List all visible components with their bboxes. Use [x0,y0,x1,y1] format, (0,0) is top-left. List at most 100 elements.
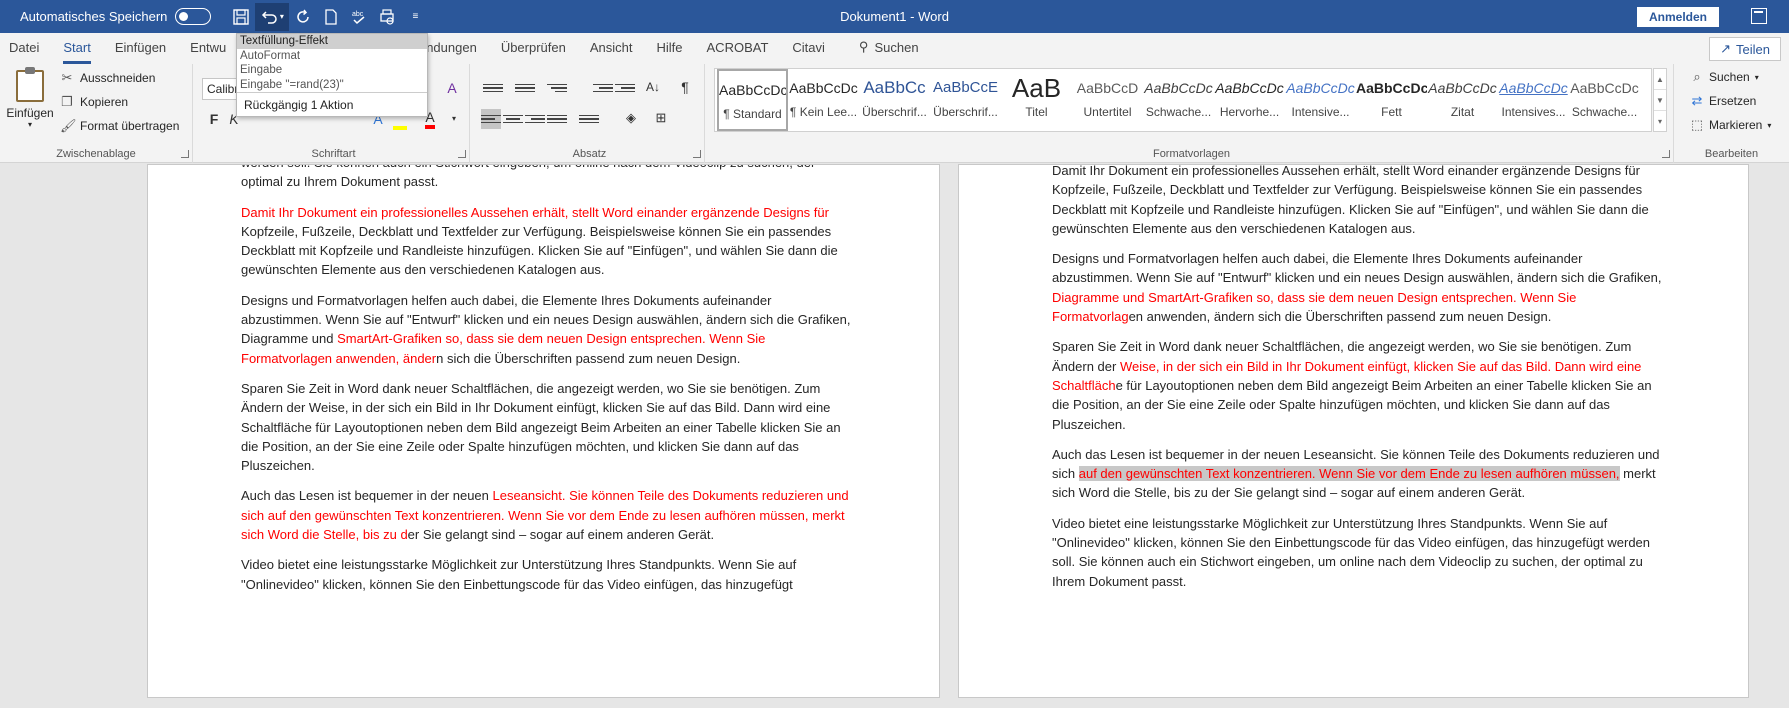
sort-icon[interactable]: A↓ [643,76,663,98]
style-kein-leerraum[interactable]: AaBbCcDc ¶ Kein Lee... [788,69,859,131]
align-center-icon[interactable] [503,109,523,129]
align-left-icon[interactable] [481,109,501,129]
tab-citavi[interactable]: Citavi [780,40,837,64]
text-run: Designs und Formatvorlagen helfen auch d… [1052,251,1662,286]
save-button[interactable] [227,3,255,31]
undo-item[interactable]: Eingabe [237,63,427,78]
style-heading-1[interactable]: AaBbCc Überschrif... [859,69,930,131]
group-label: Zwischenablage [56,148,136,160]
paste-label: Einfügen [6,106,54,120]
align-right-icon[interactable] [525,109,545,129]
replace-label: Ersetzen [1709,94,1757,108]
tab-entwurf[interactable]: Entwu [178,40,238,64]
format-painter-button[interactable]: 🖌 Format übertragen [60,119,179,134]
toggle-switch[interactable] [175,8,212,25]
select-button[interactable]: ⬚ Markieren ▾ [1690,118,1772,133]
increase-indent-icon[interactable] [615,78,635,98]
undo-dropdown-arrow-icon[interactable]: ▾ [280,12,284,21]
text-run: Auch das Lesen ist bequemer in der neuen [241,488,493,504]
tab-ansicht[interactable]: Ansicht [578,40,645,64]
tab-hilfe[interactable]: Hilfe [645,40,695,64]
style-sample: AaBbCcD [1076,80,1139,96]
undo-item[interactable]: Eingabe "=rand(23)" [237,78,427,93]
style-name: ¶ Kein Lee... [789,105,858,119]
svg-text:abc: abc [352,11,364,18]
paragraph: Auch das Lesen ist bequemer in der neuen… [241,486,853,544]
cut-button[interactable]: ✂ Ausschneiden [60,71,156,86]
scroll-up-icon[interactable]: ▲ [1654,69,1666,90]
style-name: Fett [1381,105,1402,119]
bold-button[interactable]: F [204,108,224,130]
style-sample: AaBbCcDc [1570,80,1639,96]
style-name: Titel [1025,105,1048,119]
document-icon [325,8,338,25]
style-intense-quote[interactable]: AaBbCcDc Intensives... [1498,69,1569,131]
print-preview-button[interactable] [373,3,401,31]
justify-icon[interactable] [547,109,567,129]
more-styles-icon[interactable]: ▾ [1654,111,1666,132]
style-quote[interactable]: AaBbCcDc Zitat [1427,69,1498,131]
decrease-indent-icon[interactable] [593,78,613,98]
style-subtle-emphasis[interactable]: AaBbCcDc Schwache... [1143,69,1214,131]
dialog-launcher-icon[interactable] [693,150,701,158]
copy-button[interactable]: ❐ Kopieren [60,95,128,110]
pilcrow-icon[interactable]: ¶ [675,76,695,98]
style-intense-emphasis[interactable]: AaBbCcDc Intensive... [1285,69,1356,131]
chevron-down-icon[interactable]: ▾ [444,108,464,130]
dialog-launcher-icon[interactable] [1662,150,1670,158]
styles-gallery-scroll: ▲ ▼ ▾ [1653,68,1667,132]
dialog-launcher-icon[interactable] [181,150,189,158]
style-name: Schwache... [1571,105,1638,119]
style-standard[interactable]: AaBbCcDc ¶ Standard [717,69,788,131]
numbering-icon[interactable] [515,78,535,98]
line-spacing-icon[interactable] [579,109,599,129]
undo-item[interactable]: AutoFormat [237,49,427,64]
style-sample: AaBbCcDc [1356,80,1427,96]
tab-datei[interactable]: Datei [0,40,51,64]
style-sample: AaBbCcDc [1499,80,1568,96]
document-page-right[interactable]: Damit Ihr Dokument ein professionelles A… [958,164,1749,698]
undo-history-dropdown: Textfüllung-Effekt AutoFormat Eingabe Ei… [236,33,428,117]
share-button[interactable]: ↗ Teilen [1709,37,1781,61]
undo-button[interactable]: ▾ [255,2,290,31]
style-subtle-reference[interactable]: AaBbCcDc Schwache... [1569,69,1640,131]
undo-item[interactable]: Textfüllung-Effekt [237,34,427,49]
signin-button[interactable]: Anmelden [1636,7,1719,27]
selected-text[interactable]: auf den gewünschten Text konzentrieren. … [1078,466,1620,482]
bullets-icon[interactable] [483,78,503,98]
autosave-label: Automatisches Speichern [20,9,168,24]
shading-icon[interactable]: ◈ [621,107,641,129]
new-document-button[interactable] [317,3,345,31]
tab-einfuegen[interactable]: Einfügen [103,40,178,64]
ribbon-display-icon[interactable] [1751,8,1767,24]
scroll-down-icon[interactable]: ▼ [1654,90,1666,111]
style-emphasis[interactable]: AaBbCcDc Hervorhe... [1214,69,1285,131]
paragraph: werden soll. Sie können auch ein Stichwo… [241,165,815,190]
clear-formatting-icon[interactable]: A [442,77,462,99]
tab-start[interactable]: Start [51,40,102,64]
style-strong[interactable]: AaBbCcDc Fett [1356,69,1427,131]
paste-button[interactable]: Einfügen ▾ [4,67,56,129]
find-button[interactable]: ⌕ Suchen ▾ [1690,70,1758,85]
page-text: werden soll. Sie können auch ein Stichwo… [241,165,853,605]
search-box[interactable]: ⚲ Suchen [847,39,931,64]
borders-icon[interactable]: ⊞ [651,107,671,129]
multilevel-list-icon[interactable] [547,78,567,98]
redo-button[interactable] [289,3,317,31]
style-sample: AaBbCcDc [1215,80,1284,96]
style-title[interactable]: AaB Titel [1001,69,1072,131]
style-sample: AaBbCcDc [1428,80,1497,96]
style-subtitle[interactable]: AaBbCcD Untertitel [1072,69,1143,131]
print-icon [380,8,395,25]
autosave-toggle[interactable]: Automatisches Speichern [20,8,212,25]
customize-qat-icon[interactable]: ≡ [401,3,429,31]
dialog-launcher-icon[interactable] [458,150,466,158]
tab-acrobat[interactable]: ACROBAT [695,40,781,64]
document-page-left[interactable]: werden soll. Sie können auch ein Stichwo… [147,164,940,698]
replace-button[interactable]: ⇄ Ersetzen [1690,94,1757,109]
paragraph: Auch das Lesen ist bequemer in der neuen… [1052,445,1664,503]
spelling-button[interactable]: abc [345,3,373,31]
tab-ueberpruefen[interactable]: Überprüfen [489,40,578,64]
style-sample: AaBbCcDc [1286,80,1355,96]
style-heading-2[interactable]: AaBbCcE Überschrif... [930,69,1001,131]
